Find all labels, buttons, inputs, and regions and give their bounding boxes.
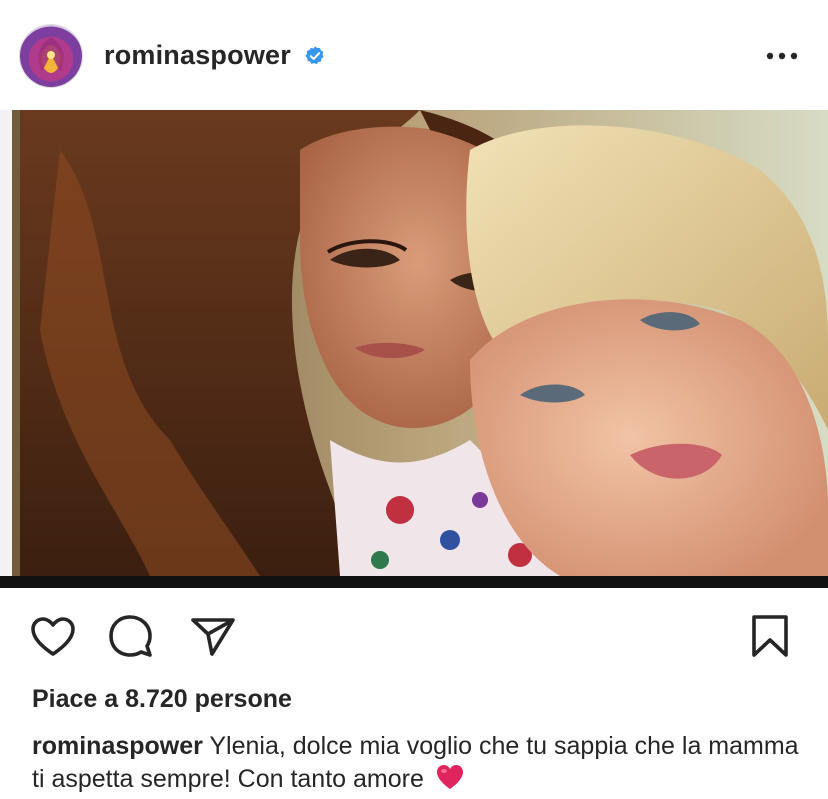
more-horizontal-icon bbox=[766, 52, 798, 60]
post-caption: rominaspower Ylenia, dolce mia voglio ch… bbox=[32, 730, 802, 796]
likes-count: 8.720 bbox=[125, 685, 188, 713]
post-actions bbox=[0, 588, 828, 678]
likes-suffix: persone bbox=[194, 685, 292, 713]
avatar[interactable] bbox=[20, 25, 82, 87]
bookmark-outline-icon[interactable] bbox=[750, 614, 790, 658]
portrait-photo bbox=[0, 110, 828, 588]
heart-outline-icon[interactable] bbox=[30, 616, 76, 658]
caption-username[interactable]: rominaspower bbox=[32, 732, 203, 760]
post-header: rominaspower bbox=[0, 0, 828, 110]
likes-summary[interactable]: Piace a 8.720 persone bbox=[32, 685, 292, 714]
likes-prefix: Piace a bbox=[32, 685, 119, 713]
post-username[interactable]: rominaspower bbox=[104, 40, 291, 71]
paper-plane-icon[interactable] bbox=[190, 616, 236, 658]
post-image[interactable] bbox=[0, 110, 828, 588]
comment-bubble-icon[interactable] bbox=[108, 614, 154, 658]
verified-badge-icon bbox=[305, 46, 324, 65]
avatar-art-icon bbox=[38, 37, 64, 73]
more-options-button[interactable] bbox=[762, 38, 802, 74]
red-heart-emoji-icon bbox=[436, 765, 463, 789]
